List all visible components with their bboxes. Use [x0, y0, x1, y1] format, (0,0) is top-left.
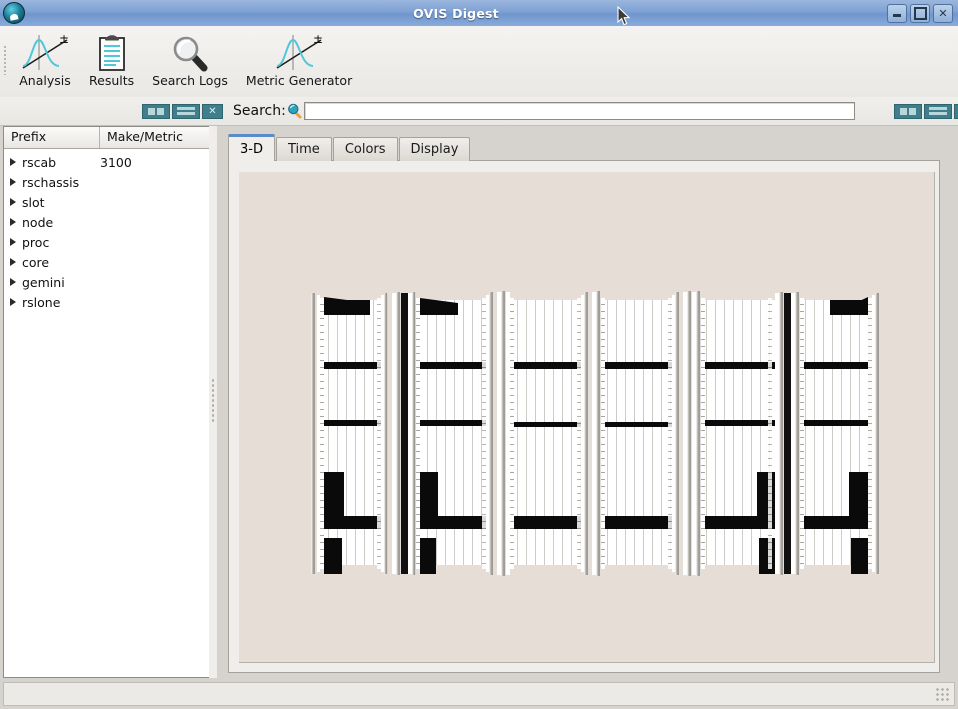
tab-colors[interactable]: Colors: [332, 137, 398, 161]
panel-splitter[interactable]: [209, 126, 217, 678]
rack-unit: [592, 291, 680, 576]
tab-display[interactable]: Display: [398, 137, 471, 161]
search-bar: ✕ Search: ✕: [0, 97, 958, 126]
collapsed-arrow-icon[interactable]: [4, 158, 22, 166]
collapsed-arrow-icon[interactable]: [4, 218, 22, 226]
tree-row-prefix: core: [22, 254, 50, 270]
tree-row[interactable]: slot: [4, 192, 212, 212]
split-pane-button[interactable]: [893, 103, 922, 119]
distribution-curve-icon: ±: [273, 31, 325, 75]
tree-row[interactable]: rscab 3100: [4, 152, 212, 172]
tree-body: rscab 3100 rschassis slot node proc core…: [4, 149, 212, 312]
rack-unit: [795, 292, 880, 575]
distribution-curve-icon: ±: [19, 31, 71, 75]
toolbar-label-results: Results: [89, 73, 135, 88]
title-bar: OVIS Digest ✕: [0, 0, 958, 27]
collapsed-arrow-icon[interactable]: [4, 258, 22, 266]
rack-unit: [311, 293, 388, 574]
tree-row-prefix: gemini: [22, 274, 65, 290]
magnifier-icon: [287, 103, 302, 119]
toolbar-grip[interactable]: [0, 26, 10, 94]
ovis-app-icon: [3, 2, 25, 24]
main-toolbar: ± Analysis Results Search Logs ± Metric …: [0, 26, 958, 98]
tree-row[interactable]: node: [4, 212, 212, 232]
status-bar: [3, 682, 955, 706]
svg-text:±: ±: [313, 32, 323, 46]
tab-3d[interactable]: 3-D: [228, 134, 275, 161]
tree-row-prefix: rschassis: [22, 174, 80, 190]
close-pane-button[interactable]: ✕: [202, 103, 223, 119]
tab-strip: 3-D Time Colors Display: [228, 134, 471, 161]
collapsed-arrow-icon[interactable]: [4, 198, 22, 206]
toolbar-label-search-logs: Search Logs: [152, 73, 228, 88]
stacked-pane-button[interactable]: [923, 103, 952, 119]
close-pane-button[interactable]: ✕: [953, 103, 958, 119]
tree-header: Prefix Make/Metric: [4, 127, 212, 149]
tab-time[interactable]: Time: [275, 137, 332, 161]
search-input-wrapper[interactable]: [303, 102, 855, 120]
tree-row-prefix: proc: [22, 234, 50, 250]
minimize-button[interactable]: [887, 3, 907, 23]
search-input[interactable]: [304, 103, 854, 119]
clipboard-icon: [93, 31, 131, 75]
toolbar-button-search-logs[interactable]: Search Logs: [143, 26, 237, 99]
tree-row[interactable]: core: [4, 252, 212, 272]
toolbar-label-metric-generator: Metric Generator: [245, 73, 353, 88]
collapsed-arrow-icon[interactable]: [4, 298, 22, 306]
stacked-pane-button[interactable]: [172, 103, 200, 119]
right-dock-buttons: ✕: [893, 103, 958, 119]
tree-column-prefix[interactable]: Prefix: [4, 127, 100, 148]
toolbar-button-analysis[interactable]: ± Analysis: [10, 26, 80, 99]
tree-row-value: 3100: [100, 154, 132, 170]
svg-text:±: ±: [59, 32, 69, 46]
rack-unit: [392, 292, 494, 575]
window-controls: ✕: [887, 3, 953, 23]
application-window: OVIS Digest ✕ ± Analysis Results Search …: [0, 0, 958, 709]
magnifier-icon: [169, 31, 211, 75]
split-pane-button[interactable]: [142, 103, 170, 119]
prefix-tree-panel: Prefix Make/Metric rscab 3100 rschassis …: [3, 126, 213, 678]
toolbar-button-metric-generator[interactable]: ± Metric Generator: [237, 26, 361, 99]
tree-row[interactable]: rslone: [4, 292, 212, 312]
tree-row-prefix: rslone: [22, 294, 61, 310]
rack-3d-view[interactable]: [239, 172, 935, 663]
toolbar-label-analysis: Analysis: [19, 73, 71, 88]
tree-row-prefix: rscab: [22, 154, 57, 170]
window-title: OVIS Digest: [413, 5, 499, 21]
left-dock-buttons: ✕: [142, 103, 223, 119]
search-label: Search:: [233, 103, 286, 119]
collapsed-arrow-icon[interactable]: [4, 238, 22, 246]
collapsed-arrow-icon[interactable]: [4, 278, 22, 286]
toolbar-button-results[interactable]: Results: [80, 26, 143, 99]
rack-unit: [497, 291, 589, 576]
rack-unit: [683, 291, 795, 576]
tree-row-prefix: node: [22, 214, 54, 230]
close-button[interactable]: ✕: [933, 3, 953, 23]
tree-row[interactable]: gemini: [4, 272, 212, 292]
collapsed-arrow-icon[interactable]: [4, 178, 22, 186]
resize-grip-icon[interactable]: [936, 688, 950, 702]
rack-3d-canvas: [239, 172, 934, 662]
tree-column-make-metric[interactable]: Make/Metric: [100, 127, 212, 148]
tree-row-prefix: slot: [22, 194, 45, 210]
maximize-button[interactable]: [910, 3, 930, 23]
tree-row[interactable]: rschassis: [4, 172, 212, 192]
tree-row[interactable]: proc: [4, 232, 212, 252]
